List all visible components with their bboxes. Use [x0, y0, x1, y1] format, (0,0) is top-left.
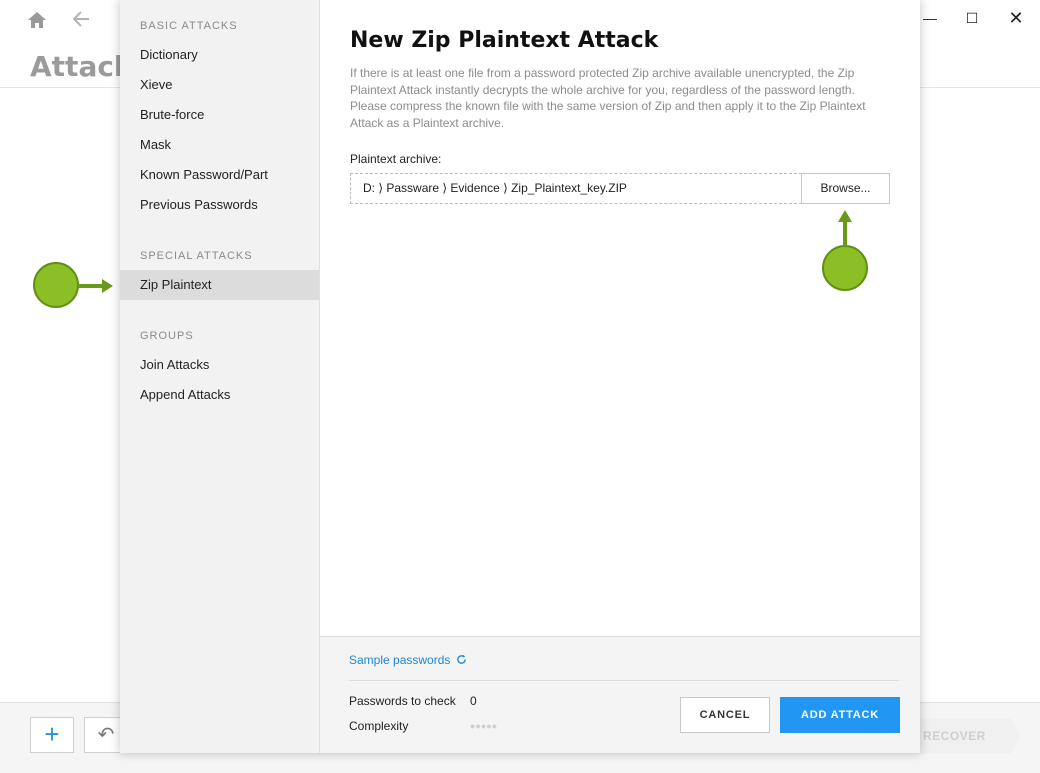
sidebar-item-known-password[interactable]: Known Password/Part: [120, 160, 319, 190]
sidebar-section-special: SPECIAL ATTACKS: [140, 250, 253, 262]
minimize-button[interactable]: —: [920, 8, 940, 28]
complexity-label: Complexity: [349, 719, 409, 733]
sidebar-item-previous-passwords[interactable]: Previous Passwords: [120, 190, 319, 220]
sample-passwords-label: Sample passwords: [349, 653, 451, 667]
passwords-to-check-value: 0: [470, 694, 477, 708]
annotation-marker-left: [33, 262, 79, 308]
cancel-button[interactable]: CANCEL: [680, 697, 770, 733]
sidebar-item-append-attacks[interactable]: Append Attacks: [120, 380, 319, 410]
sample-passwords-link[interactable]: Sample passwords: [349, 653, 467, 667]
maximize-button[interactable]: ☐: [962, 8, 982, 28]
sidebar-item-zip-plaintext[interactable]: Zip Plaintext: [120, 270, 319, 300]
recover-button: RECOVER: [915, 718, 1020, 754]
footer-divider: [349, 680, 899, 681]
sidebar-item-mask[interactable]: Mask: [120, 130, 319, 160]
dialog-title: New Zip Plaintext Attack: [350, 28, 659, 53]
attack-settings-panel: New Zip Plaintext Attack If there is at …: [320, 0, 920, 636]
refresh-icon: [456, 654, 466, 664]
sidebar-item-dictionary[interactable]: Dictionary: [120, 40, 319, 70]
sidebar-section-basic: BASIC ATTACKS: [140, 20, 238, 32]
attack-sidebar: BASIC ATTACKS Dictionary Xieve Brute-for…: [120, 0, 320, 753]
page-title: Attack: [30, 50, 133, 83]
browse-button[interactable]: Browse...: [801, 173, 890, 204]
add-button[interactable]: +: [30, 717, 74, 753]
new-attack-dialog: BASIC ATTACKS Dictionary Xieve Brute-for…: [120, 0, 920, 753]
dialog-footer: Sample passwords Passwords to check 0 Co…: [320, 636, 920, 753]
complexity-indicator: ●●●●●: [470, 721, 498, 731]
back-arrow-icon[interactable]: [70, 8, 92, 30]
annotation-arrow-up-icon: [838, 210, 852, 246]
attack-description: If there is at least one file from a pas…: [350, 66, 866, 130]
home-icon[interactable]: [26, 10, 48, 30]
plaintext-archive-path[interactable]: D: ⟩ Passware ⟩ Evidence ⟩ Zip_Plaintext…: [350, 173, 802, 204]
sidebar-section-groups: GROUPS: [140, 330, 194, 342]
annotation-arrow-right-icon: [78, 279, 113, 293]
close-button[interactable]: ✕: [1006, 8, 1026, 28]
add-attack-button[interactable]: ADD ATTACK: [780, 697, 900, 733]
plaintext-archive-label: Plaintext archive:: [350, 152, 442, 166]
sidebar-item-xieve[interactable]: Xieve: [120, 70, 319, 100]
sidebar-item-join-attacks[interactable]: Join Attacks: [120, 350, 319, 380]
sidebar-item-brute-force[interactable]: Brute-force: [120, 100, 319, 130]
annotation-marker-browse: [822, 245, 868, 291]
passwords-to-check-label: Passwords to check: [349, 694, 456, 708]
